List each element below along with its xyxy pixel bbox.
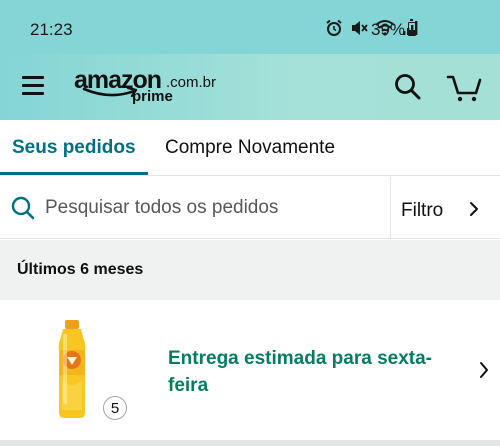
alarm-icon xyxy=(325,19,343,42)
mute-icon xyxy=(350,19,368,42)
order-search-input[interactable]: Pesquisar todos os pedidos xyxy=(0,177,390,239)
smile-arrow-icon xyxy=(82,86,138,98)
battery-percent: 39% xyxy=(371,20,406,39)
search-field-icon xyxy=(11,196,35,220)
section-title: Últimos 6 meses xyxy=(17,261,144,278)
search-row: Pesquisar todos os pedidos Filtro xyxy=(0,177,500,239)
app-header: amazon .com.br prime xyxy=(0,54,500,120)
battery-icon xyxy=(408,19,416,36)
order-item[interactable]: 5 Entrega estimada para sexta-feira xyxy=(0,300,500,440)
menu-icon[interactable] xyxy=(22,76,46,96)
search-icon[interactable] xyxy=(393,72,423,102)
status-time: 21:23 xyxy=(30,20,73,39)
logo-domain: .com.br xyxy=(166,74,217,91)
divider xyxy=(0,440,500,446)
status-bar: 21:23 39% xyxy=(0,0,500,54)
tab-seus-pedidos[interactable]: Seus pedidos xyxy=(12,137,136,159)
search-placeholder: Pesquisar todos os pedidos xyxy=(45,197,279,218)
cart-icon[interactable] xyxy=(446,71,482,103)
time-period-header: Últimos 6 meses xyxy=(0,240,500,300)
filter-button[interactable]: Filtro xyxy=(391,177,500,239)
filter-label: Filtro xyxy=(401,200,444,221)
quantity-badge: 5 xyxy=(103,396,127,420)
tab-compre-novamente[interactable]: Compre Novamente xyxy=(165,137,335,159)
delivery-status: Entrega estimada para sexta-feira xyxy=(168,348,433,396)
order-tabs: Seus pedidos Compre Novamente xyxy=(0,120,500,176)
active-tab-indicator xyxy=(0,172,148,175)
battery-level xyxy=(409,30,415,35)
amazon-prime-logo[interactable]: amazon .com.br prime xyxy=(74,66,217,108)
product-image xyxy=(58,320,86,418)
chevron-right-icon xyxy=(480,362,488,378)
chevron-right-icon xyxy=(470,202,478,216)
